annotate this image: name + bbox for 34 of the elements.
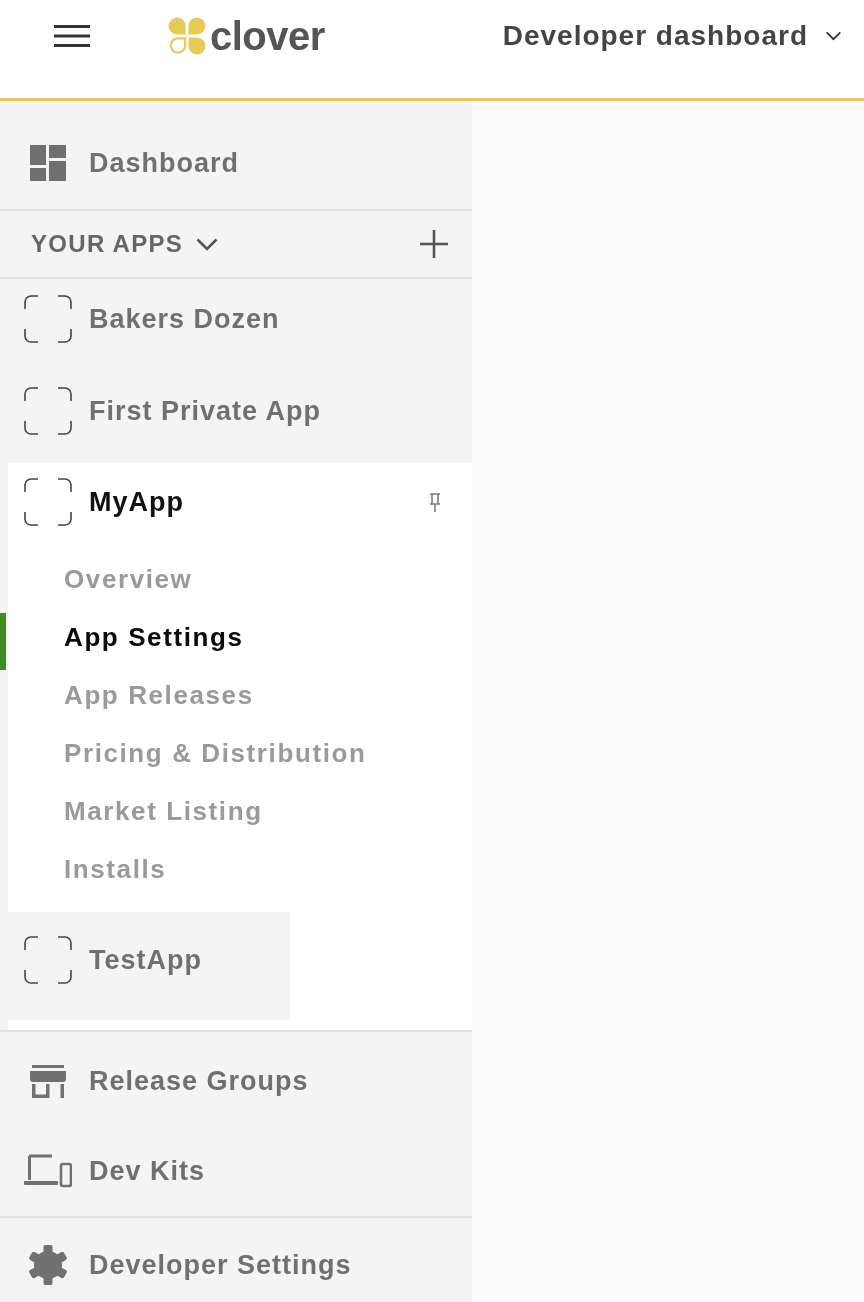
store-icon [30, 1064, 66, 1098]
app-item[interactable]: TestApp [8, 912, 290, 1020]
app-nav-item[interactable]: Pricing & Distribution [8, 724, 472, 782]
app-placeholder-icon [24, 295, 72, 343]
menu-button[interactable] [54, 25, 90, 47]
dashboard-switcher[interactable]: Developer dashboard [502, 19, 842, 53]
add-app-button[interactable] [420, 230, 448, 258]
app-placeholder-icon [24, 478, 72, 526]
apps-section-toggle[interactable]: YOUR APPS [31, 230, 219, 258]
app-item[interactable]: MyApp [8, 463, 472, 550]
app-item[interactable]: Bakers Dozen [0, 279, 472, 371]
menu-icon [54, 25, 90, 47]
app-placeholder-icon [24, 387, 72, 435]
app-nav-item[interactable]: App Releases [8, 666, 472, 724]
app-placeholder-icon [24, 936, 72, 984]
selection-indicator [0, 613, 6, 670]
dashboard-icon [30, 145, 66, 181]
home-logo-link[interactable]: clover [168, 14, 325, 58]
settings-icon [28, 1245, 68, 1285]
plus-icon [420, 230, 448, 258]
chevron-down-icon [825, 31, 842, 41]
app-item[interactable]: First Private App [0, 371, 472, 463]
sidebar-item[interactable]: Dev Kits [0, 1126, 472, 1216]
pin-icon[interactable] [429, 493, 441, 513]
app-nav-item[interactable]: Installs [8, 840, 472, 898]
sidebar-item[interactable]: Release Groups [0, 1036, 472, 1126]
chevron-down-icon [196, 237, 219, 251]
app-nav-item[interactable]: App Settings [8, 608, 472, 666]
app-nav-item[interactable]: Market Listing [8, 782, 472, 840]
devices-icon [24, 1154, 72, 1188]
logo-icon [168, 17, 206, 55]
sidebar-item[interactable]: Dashboard [0, 101, 472, 211]
sidebar-item[interactable]: Developer Settings [0, 1218, 472, 1302]
app-nav-item[interactable]: Overview [8, 550, 472, 608]
